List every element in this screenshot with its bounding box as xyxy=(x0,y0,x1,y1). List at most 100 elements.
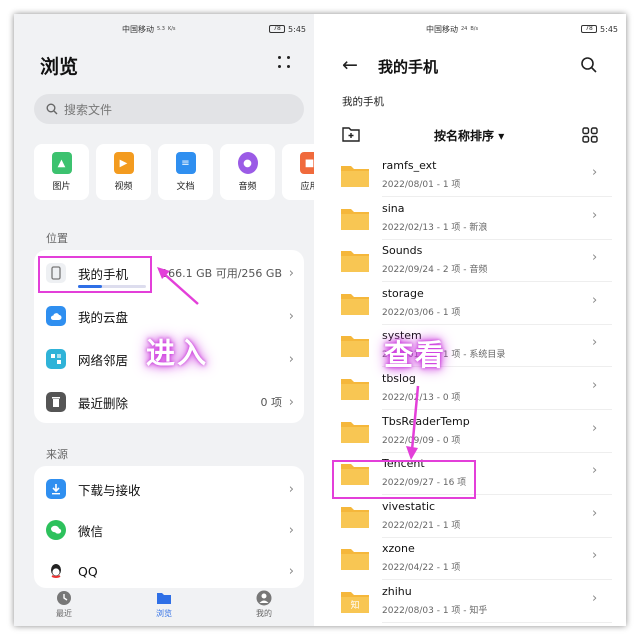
chevron-right-icon: › xyxy=(592,463,598,479)
category-label: 应用 xyxy=(300,182,314,192)
breadcrumb[interactable]: 我的手机 xyxy=(342,94,384,109)
folder-icon xyxy=(341,166,369,187)
document-icon: ≡ xyxy=(175,152,196,174)
speed-unit: K/s xyxy=(167,26,176,32)
source-label: 下载与接收 xyxy=(78,482,141,498)
caret-down-icon: ▾ xyxy=(498,129,505,143)
chevron-right-icon: › xyxy=(288,522,294,538)
category-label: 图片 xyxy=(52,182,71,192)
folder-row[interactable]: system 2022/01/01 - 1 项 - 系统目录 › xyxy=(320,324,626,368)
folder-icon xyxy=(157,592,171,604)
folder-icon xyxy=(341,251,369,273)
search-input[interactable]: 搜索文件 xyxy=(34,94,304,124)
chevron-right-icon: › xyxy=(592,591,598,606)
carrier-label: 中国移动 xyxy=(122,24,154,34)
folder-row[interactable]: vivestatic 2022/02/21 - 1 项 › xyxy=(320,495,626,538)
sort-dropdown[interactable]: 按名称排序 ▾ xyxy=(434,127,504,144)
folder-toolbar: 按名称排序 ▾ xyxy=(320,122,626,146)
category-images[interactable]: ▲ 图片 xyxy=(34,144,89,200)
category-label: 视频 xyxy=(114,182,133,192)
folder-icon xyxy=(341,549,369,571)
chevron-right-icon: › xyxy=(288,394,294,410)
category-apps[interactable]: ■ 应用 xyxy=(282,144,314,200)
tab-recent[interactable]: 最近 xyxy=(56,590,72,619)
tab-browse[interactable]: 浏览 xyxy=(156,590,172,619)
more-dots-icon[interactable] xyxy=(278,56,292,70)
folder-name: sina xyxy=(382,201,405,215)
search-icon[interactable] xyxy=(580,56,598,74)
folder-row[interactable]: xzone 2022/04/22 - 1 项 › xyxy=(320,537,626,581)
folder-row[interactable]: tbslog 2022/02/13 - 0 项 › xyxy=(320,367,626,410)
cloud-icon xyxy=(46,306,66,326)
folder-row[interactable]: TbsReaderTemp 2022/09/09 - 0 项 › xyxy=(320,410,626,453)
folder-meta: 2022/03/06 - 1 项 xyxy=(382,307,461,318)
folder-icon xyxy=(341,506,369,528)
folder-row[interactable]: sina 2022/02/13 - 1 项 - 新浪 › xyxy=(320,197,626,240)
speed-unit: B/s xyxy=(470,26,479,32)
chevron-right-icon: › xyxy=(592,165,598,180)
status-time: 5:45 xyxy=(600,24,618,34)
folder-row[interactable]: Sounds 2022/09/24 - 2 项 - 音频 › xyxy=(320,239,626,283)
header-bar: ← 我的手机 xyxy=(320,48,626,82)
folder-meta: 2022/08/03 - 1 项 - 知乎 xyxy=(382,606,488,616)
battery-icon: 78 xyxy=(581,25,598,33)
folder-meta: 2022/08/01 - 1 项 xyxy=(382,180,461,190)
category-row: ▲ 图片 ▶ 视频 ≡ 文档 ● 音频 ■ 应用 xyxy=(34,144,314,200)
view-annotation: 查看 xyxy=(384,338,447,372)
video-icon: ▶ xyxy=(113,152,134,174)
category-videos[interactable]: ▶ 视频 xyxy=(96,144,151,200)
folder-meta: 2022/04/22 - 1 项 xyxy=(382,563,461,574)
chevron-right-icon: › xyxy=(288,563,294,579)
page-title: 我的手机 xyxy=(378,58,439,76)
source-card: 下载与接收 › 微信 › QQ › xyxy=(34,466,304,588)
status-time: 5:45 xyxy=(288,24,306,34)
folder-meta: 2022/02/21 - 1 项 xyxy=(382,520,461,531)
folder-icon xyxy=(341,336,369,358)
source-downloads[interactable]: 下载与接收 › xyxy=(34,469,304,509)
enter-annotation: 进入 xyxy=(146,336,209,370)
tab-mine[interactable]: 我的 xyxy=(256,590,272,619)
chevron-right-icon: › xyxy=(592,250,598,266)
my-phone-panel: 中国移动 24 B/s 78 5:45 ← 我的手机 我的手机 按名称排序 ▾ … xyxy=(320,14,626,626)
location-recently-deleted[interactable]: 最近删除 0 项 › xyxy=(34,382,304,422)
back-arrow-icon[interactable]: ← xyxy=(342,54,358,76)
app-icon: ■ xyxy=(299,152,314,174)
folder-name: zhihu xyxy=(382,585,412,598)
folder-icon xyxy=(341,293,369,315)
location-section-label: 位置 xyxy=(46,232,68,245)
source-label: QQ xyxy=(78,563,98,579)
my-phone-highlight-box xyxy=(38,256,152,293)
sort-label: 按名称排序 xyxy=(434,129,495,143)
speed-value: 24 xyxy=(461,26,468,32)
folder-row[interactable]: ramfs_ext 2022/08/01 - 1 项 › xyxy=(320,154,626,197)
folder-name: storage xyxy=(382,286,424,300)
search-icon xyxy=(46,103,58,115)
new-folder-icon[interactable] xyxy=(342,126,360,142)
chevron-right-icon: › xyxy=(592,505,598,521)
folder-icon xyxy=(341,421,369,443)
battery-icon: 78 xyxy=(269,25,286,33)
chevron-right-icon: › xyxy=(288,351,294,367)
folder-row[interactable]: 知 zhihu 2022/08/03 - 1 项 - 知乎 › xyxy=(320,580,626,623)
bottom-tab-bar: 最近 浏览 我的 xyxy=(14,582,314,626)
folder-name: xzone xyxy=(382,542,415,556)
deleted-count: 0 项 xyxy=(260,396,283,409)
category-audio[interactable]: ● 音频 xyxy=(220,144,275,200)
chevron-right-icon: › xyxy=(288,308,294,324)
source-label: 微信 xyxy=(78,523,104,539)
grid-view-icon[interactable] xyxy=(582,127,598,143)
trash-icon xyxy=(46,392,66,412)
category-documents[interactable]: ≡ 文档 xyxy=(158,144,213,200)
tab-label: 我的 xyxy=(256,608,272,618)
image-icon: ▲ xyxy=(51,152,72,174)
chevron-right-icon: › xyxy=(592,207,598,223)
source-wechat[interactable]: 微信 › xyxy=(34,510,304,550)
folder-meta: 2022/02/13 - 1 项 - 新浪 xyxy=(382,222,488,233)
status-bar: 中国移动 5.3 K/s 78 5:45 xyxy=(14,14,314,44)
status-bar: 中国移动 24 B/s 78 5:45 xyxy=(320,14,626,44)
folder-row[interactable]: storage 2022/03/06 - 1 项 › xyxy=(320,282,626,325)
chevron-right-icon: › xyxy=(592,548,598,564)
screenshot-frame: 中国移动 5.3 K/s 78 5:45 浏览 搜索文件 ▲ 图片 ▶ 视频 ≡… xyxy=(14,14,626,626)
folder-name: vivestatic xyxy=(382,499,436,513)
tab-label: 最近 xyxy=(56,608,72,618)
